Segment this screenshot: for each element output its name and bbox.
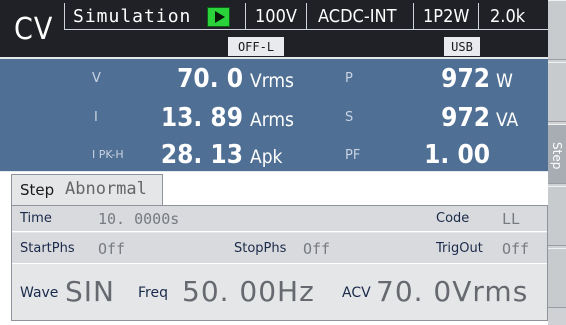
start-phase-value: Off <box>98 240 126 258</box>
ac-voltage-label: ACV <box>342 285 371 301</box>
stop-phase-label: StopPhs <box>234 241 287 256</box>
active-power-value: 972 <box>441 64 490 94</box>
trigger-output-label: TrigOut <box>436 241 483 256</box>
power-factor-label: PF <box>345 148 361 163</box>
softkey-5[interactable] <box>548 248 566 308</box>
step-tab-label: Step <box>20 181 55 199</box>
softkey-strip: Step <box>548 0 566 325</box>
instrument-screen: CV Simulation 100V ACDC-INT 1P2W 2.0k OF… <box>0 0 566 325</box>
apparent-power-unit: VA <box>496 109 519 131</box>
active-power-label: P <box>345 71 353 86</box>
sequence-mode-title: Simulation <box>73 6 192 27</box>
current-label: I <box>94 110 98 125</box>
softkey-1[interactable] <box>548 0 566 60</box>
apparent-power-label: S <box>345 110 354 125</box>
time-label: Time <box>20 211 52 226</box>
peak-current-value: 28. 13 <box>160 140 243 170</box>
play-icon <box>207 7 230 27</box>
voltage-value: 70. 0 <box>177 64 243 94</box>
output-status-badge: OFF-L <box>227 36 285 57</box>
phase-trigger-row[interactable]: StartPhs Off StopPhs Off TrigOut Off <box>12 233 547 264</box>
wave-label: Wave <box>20 285 59 301</box>
ac-voltage-value: 70. 0Vrms <box>376 275 529 308</box>
measurement-panel: V 70. 0 Vrms I 13. 89 Arms I PK-H 28. 13… <box>0 57 548 172</box>
power-factor-value: 1. 00 <box>424 140 490 170</box>
coupling-indicator: ACDC-INT <box>318 6 397 27</box>
status-header: CV Simulation 100V ACDC-INT 1P2W 2.0k OF… <box>0 0 548 57</box>
header-divider <box>478 3 479 29</box>
voltage-label: V <box>92 71 101 86</box>
trigger-output-value: Off <box>502 240 530 258</box>
softkey-2[interactable] <box>548 62 566 122</box>
stop-phase-value: Off <box>303 240 331 258</box>
peak-current-unit: Apk <box>250 146 283 168</box>
step-name-value: Abnormal <box>65 179 147 199</box>
frequency-label: Freq <box>138 285 168 301</box>
header-divider <box>413 3 414 29</box>
control-mode-indicator: CV <box>14 12 54 47</box>
code-label: Code <box>436 211 470 226</box>
peak-current-label: I PK-H <box>92 148 124 161</box>
header-divider <box>245 3 246 29</box>
header-divider <box>64 29 548 30</box>
softkey-step-label: Step <box>550 142 564 170</box>
voltage-unit: Vrms <box>250 70 294 92</box>
step-tab[interactable]: Step Abnormal <box>11 174 163 206</box>
frequency-value: 50. 00Hz <box>182 275 315 308</box>
voltage-range-indicator: 100V <box>255 6 297 27</box>
code-value: LL <box>502 210 521 228</box>
time-code-row[interactable]: Time 10. 0000s Code LL <box>12 206 547 232</box>
start-phase-label: StartPhs <box>20 241 75 256</box>
step-parameter-panel: Time 10. 0000s Code LL StartPhs Off Stop… <box>11 205 548 321</box>
header-divider <box>64 3 65 29</box>
header-divider <box>306 3 307 29</box>
time-value: 10. 0000s <box>98 210 180 228</box>
wave-value: SIN <box>65 275 115 308</box>
active-power-unit: W <box>496 70 513 92</box>
waveform-row[interactable]: Wave SIN Freq 50. 00Hz ACV 70. 0Vrms <box>12 265 547 320</box>
wiring-indicator: 1P2W <box>423 6 470 27</box>
current-value: 13. 89 <box>160 103 243 133</box>
interface-badge: USB <box>443 36 481 57</box>
apparent-power-value: 972 <box>441 103 490 133</box>
power-capacity-indicator: 2.0k <box>490 6 526 27</box>
current-unit: Arms <box>250 109 294 131</box>
